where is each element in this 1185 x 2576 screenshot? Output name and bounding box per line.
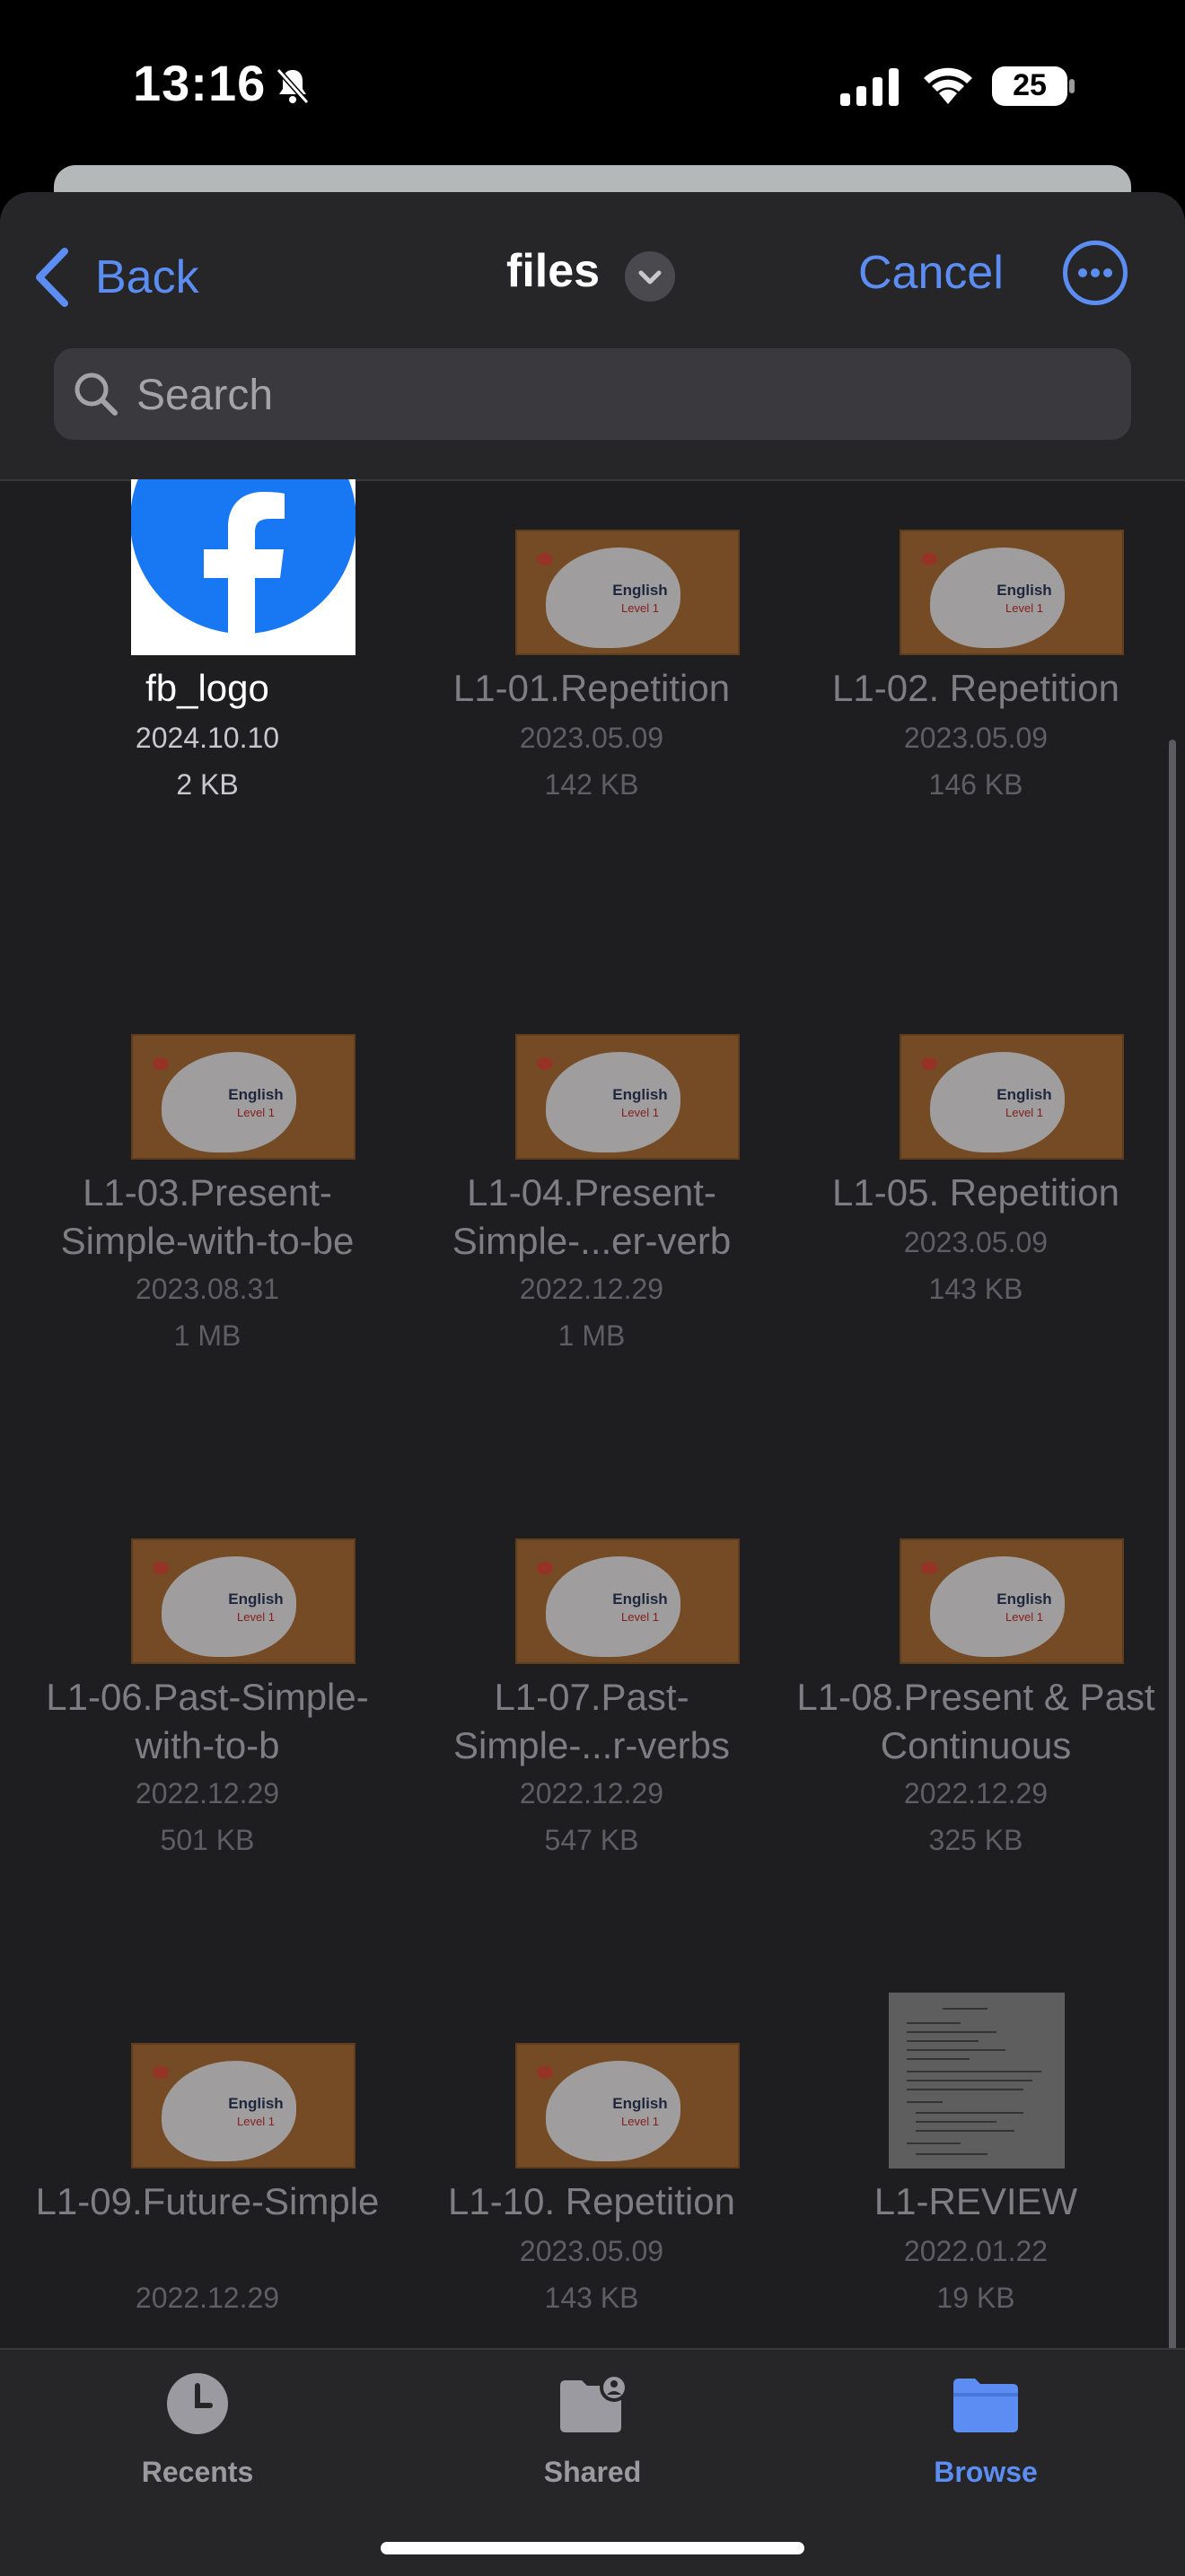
home-indicator[interactable]: [381, 2542, 804, 2554]
file-grid: fb_logo 2024.10.10 2 KB English Level 1 L…: [0, 479, 1185, 2526]
back-button[interactable]: Back: [34, 237, 199, 318]
chevron-down-icon[interactable]: [625, 251, 675, 302]
file-size: 1 MB: [557, 1319, 626, 1352]
facebook-logo-icon: [131, 479, 356, 655]
search-input[interactable]: [135, 366, 1108, 424]
file-name: L1-09.Future-Simple: [35, 2180, 380, 2222]
folder-title[interactable]: files: [506, 244, 600, 298]
file-size: 501 KB: [160, 1824, 255, 1856]
file-date: 2022.12.29: [519, 1273, 664, 1305]
english-level-1-thumbnail: English Level 1: [131, 1538, 356, 1664]
file-date: 2023.05.09: [903, 1226, 1049, 1258]
file-size: 1 MB: [173, 1319, 241, 1352]
wifi-icon: [924, 67, 972, 104]
file-picker-sheet: Back files Cancel Search fb_logo 2024.10…: [0, 192, 1185, 2574]
file-size: 146 KB: [928, 768, 1023, 801]
file-name: L1-10. Repetition: [448, 2180, 735, 2222]
navigation-bar: Back files Cancel: [0, 192, 1185, 481]
shared-folder-icon: [560, 2373, 628, 2432]
english-level-1-thumbnail: English Level 1: [131, 2043, 356, 2169]
file-name: L1-07.Past-Simple-...r-verbs: [452, 1676, 731, 1766]
english-level-1-thumbnail: English Level 1: [900, 1034, 1124, 1160]
file-date: 2023.05.09: [903, 722, 1049, 754]
status-time: 13:16: [133, 55, 267, 111]
file-name: L1-08.Present & Past Continuous: [796, 1676, 1155, 1766]
file-date: 2023.08.31: [135, 1273, 280, 1305]
document-thumbnail: [889, 1993, 1065, 2169]
file-name: L1-REVIEW: [873, 2180, 1078, 2222]
file-date: 2024.10.10: [135, 722, 280, 754]
english-level-1-thumbnail: English Level 1: [515, 2043, 740, 2169]
file-date: 2022.12.29: [903, 1777, 1049, 1809]
file-size: 142 KB: [544, 768, 639, 801]
file-size: 143 KB: [928, 1273, 1023, 1305]
file-size: 2 KB: [176, 768, 239, 801]
status-bar: 13:16 25: [0, 0, 1185, 171]
cancel-button[interactable]: Cancel: [858, 246, 1004, 300]
tab-label: Shared: [543, 2456, 642, 2488]
file-date: 2023.05.09: [519, 722, 664, 754]
english-level-1-thumbnail: English Level 1: [515, 1538, 740, 1664]
tab-recents[interactable]: Recents: [63, 2368, 332, 2489]
file-date: 2022.12.29: [135, 2282, 280, 2314]
english-level-1-thumbnail: English Level 1: [515, 1034, 740, 1160]
back-label: Back: [95, 251, 199, 303]
english-level-1-thumbnail: English Level 1: [900, 1538, 1124, 1664]
file-name: L1-02. Repetition: [832, 667, 1119, 709]
search-bar[interactable]: [54, 348, 1131, 440]
folder-icon: [953, 2379, 1018, 2432]
clock-icon: [167, 2373, 228, 2434]
english-level-1-thumbnail: English Level 1: [900, 530, 1124, 655]
english-level-1-thumbnail: English Level 1: [515, 530, 740, 655]
english-level-1-thumbnail: English Level 1: [131, 1034, 356, 1160]
silent-bell-icon: [276, 68, 310, 104]
scrollbar[interactable]: [1169, 740, 1176, 2373]
file-name: L1-04.Present-Simple-...er-verb: [452, 1171, 732, 1262]
file-name: L1-06.Past-Simple-with-to-b: [46, 1676, 369, 1766]
battery-level: 25: [1013, 68, 1047, 102]
tab-browse[interactable]: Browse: [851, 2368, 1120, 2489]
search-icon: [75, 372, 118, 416]
file-date: 2022.12.29: [519, 1777, 664, 1809]
file-size: 547 KB: [544, 1824, 639, 1856]
file-date: 2023.05.09: [519, 2235, 664, 2267]
file-name: L1-05. Repetition: [832, 1171, 1119, 1214]
file-date: 2022.01.22: [903, 2235, 1049, 2267]
file-name: L1-03.Present-Simple-with-to-be: [60, 1171, 355, 1262]
battery-icon: 25: [991, 65, 1075, 108]
chevron-left-icon: [36, 248, 68, 307]
cellular-signal-icon: [840, 68, 899, 106]
file-size: 325 KB: [928, 1824, 1023, 1856]
tab-shared[interactable]: Shared: [458, 2368, 727, 2489]
file-name: L1-01.Repetition: [452, 667, 731, 709]
file-date: 2022.12.29: [135, 1777, 280, 1809]
tab-label: Browse: [934, 2456, 1038, 2488]
file-name: fb_logo: [145, 667, 269, 709]
file-size: 19 KB: [936, 2282, 1015, 2314]
more-options-icon[interactable]: [1063, 241, 1128, 305]
file-size: 143 KB: [544, 2282, 639, 2314]
tab-label: Recents: [141, 2456, 254, 2488]
